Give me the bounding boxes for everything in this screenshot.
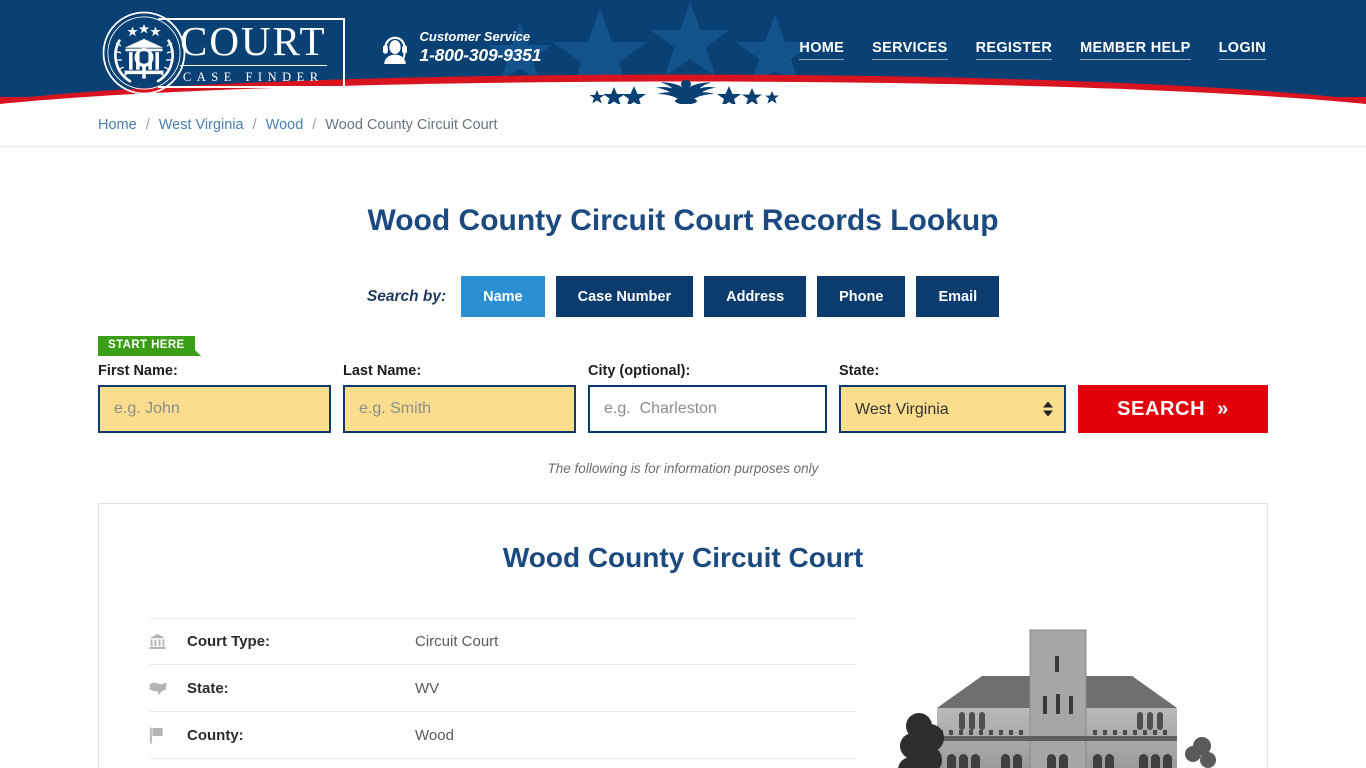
logo-secondary-text: CASE FINDER — [182, 70, 324, 84]
customer-service-phone[interactable]: 1-800-309-9351 — [420, 45, 542, 65]
state-label: State: — [839, 363, 880, 379]
nav-services[interactable]: SERVICES — [872, 40, 948, 60]
headset-agent-icon — [382, 36, 407, 64]
search-button-label: SEARCH — [1117, 397, 1206, 420]
detail-row-court-type: Court Type: Circuit Court — [149, 618, 857, 665]
logo-wordmark: COURT CASE FINDER — [158, 18, 345, 88]
detail-value-state: WV — [415, 679, 440, 697]
start-here-row: START HERE — [98, 335, 1268, 357]
breadcrumb-bar: Home / West Virginia / Wood / Wood Count… — [0, 104, 1366, 147]
site-header: COURT CASE FINDER Customer Service 1-800… — [0, 0, 1366, 104]
main-content: Wood County Circuit Court Records Lookup… — [98, 204, 1268, 768]
detail-value-court-type: Circuit Court — [415, 633, 499, 650]
search-by-tabs: Search by: Name Case Number Address Phon… — [98, 276, 1268, 317]
detail-label-county: County: — [187, 726, 244, 744]
tab-name[interactable]: Name — [461, 276, 545, 317]
map-usa-icon — [149, 681, 187, 696]
last-name-field-group: Last Name: — [343, 363, 576, 433]
last-name-input[interactable] — [343, 385, 576, 433]
city-input[interactable] — [588, 385, 827, 433]
tab-case-number[interactable]: Case Number — [555, 276, 694, 317]
court-search-form: First Name: Last Name: City (optional): … — [98, 363, 1268, 433]
start-here-badge: START HERE — [98, 336, 201, 357]
logo-primary-text: COURT — [180, 18, 327, 66]
court-detail-list: Court Type: Circuit Court State: WV Coun… — [149, 618, 857, 768]
state-select[interactable]: West Virginia — [839, 385, 1066, 433]
first-name-label: First Name: — [98, 363, 178, 379]
nav-member-help[interactable]: MEMBER HELP — [1080, 40, 1191, 60]
flag-icon — [149, 727, 187, 744]
customer-service-label: Customer Service — [419, 29, 531, 44]
detail-label-state: State: — [187, 679, 229, 697]
bank-icon — [149, 633, 187, 650]
nav-home[interactable]: HOME — [799, 40, 845, 60]
first-name-input[interactable] — [98, 385, 331, 433]
tab-email[interactable]: Email — [916, 276, 1000, 317]
detail-row-state: State: WV — [149, 665, 857, 712]
customer-service-block[interactable]: Customer Service 1-800-309-9351 — [380, 29, 542, 65]
eagle-emblem-icon — [589, 80, 779, 104]
double-chevron-right-icon: » — [1217, 397, 1229, 420]
tab-phone[interactable]: Phone — [817, 276, 906, 317]
city-label: City (optional): — [588, 363, 691, 379]
breadcrumb-separator: / — [145, 117, 150, 133]
state-field-group: State: West Virginia — [839, 363, 1066, 433]
courthouse-photo — [897, 618, 1217, 768]
court-info-card: Wood County Circuit Court Court Type: Ci… — [98, 503, 1268, 768]
detail-row-county: County: Wood — [149, 712, 857, 759]
breadcrumb-separator: / — [312, 117, 317, 133]
last-name-label: Last Name: — [343, 363, 422, 379]
nav-login[interactable]: LOGIN — [1218, 40, 1266, 60]
nav-register[interactable]: REGISTER — [975, 40, 1053, 60]
city-field-group: City (optional): — [588, 363, 827, 433]
tab-address[interactable]: Address — [704, 276, 807, 317]
disclaimer-text: The following is for information purpose… — [547, 461, 819, 476]
main-navigation: HOME SERVICES REGISTER MEMBER HELP LOGIN — [799, 40, 1268, 60]
breadcrumb-item-home[interactable]: Home — [98, 117, 137, 133]
breadcrumb: Home / West Virginia / Wood / Wood Count… — [98, 117, 1268, 133]
search-by-label: Search by: — [366, 287, 447, 305]
first-name-field-group: First Name: — [98, 363, 331, 433]
search-button[interactable]: SEARCH » — [1078, 385, 1268, 433]
breadcrumb-item-county[interactable]: Wood — [266, 117, 304, 133]
detail-value-county: Wood — [415, 726, 454, 744]
site-logo[interactable]: COURT CASE FINDER — [100, 9, 345, 97]
breadcrumb-item-current: Wood County Circuit Court — [325, 117, 498, 133]
court-name-heading: Wood County Circuit Court — [502, 542, 864, 573]
page-title: Wood County Circuit Court Records Lookup — [367, 204, 999, 237]
breadcrumb-item-state[interactable]: West Virginia — [159, 117, 244, 133]
breadcrumb-separator: / — [252, 117, 257, 133]
detail-label-court-type: Court Type: — [187, 633, 271, 650]
